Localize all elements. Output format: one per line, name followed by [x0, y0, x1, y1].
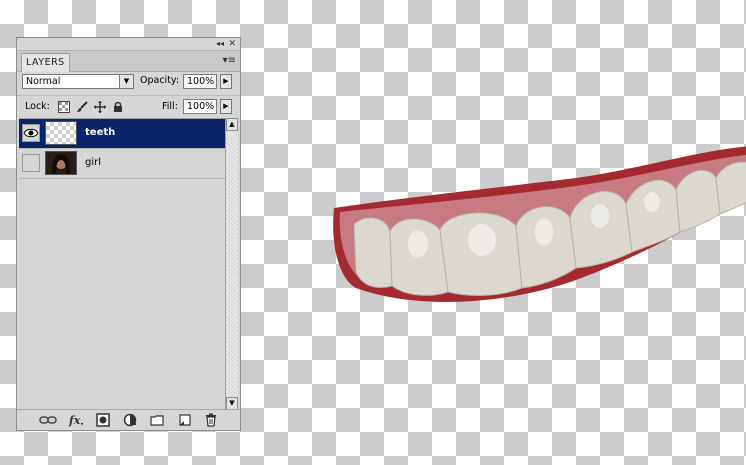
- panel-tabrow: LAYERS ▾≡: [17, 51, 240, 72]
- link-layers-icon[interactable]: [39, 413, 57, 427]
- opacity-input[interactable]: 100%: [183, 74, 217, 89]
- layer-name: teeth: [85, 127, 116, 138]
- layer-mask-icon[interactable]: [96, 413, 110, 427]
- fill-input[interactable]: 100%: [183, 99, 217, 114]
- lock-all-icon[interactable]: [112, 101, 124, 113]
- lock-transparent-icon[interactable]: [58, 101, 70, 113]
- new-group-icon[interactable]: [150, 413, 164, 427]
- fill-label: Fill:: [162, 101, 178, 112]
- fill-slider-button[interactable]: ▶: [220, 99, 232, 114]
- layer-row-teeth[interactable]: teeth: [19, 119, 225, 149]
- layers-panel: ◂◂ ✕ LAYERS ▾≡ Normal ▼ Opacity: 100% ▶ …: [16, 37, 241, 431]
- opacity-slider-button[interactable]: ▶: [220, 74, 232, 89]
- eye-icon: [23, 128, 39, 138]
- layers-list: teeth girl: [19, 118, 225, 411]
- blend-opacity-row: Normal ▼ Opacity: 100% ▶: [17, 71, 240, 93]
- lock-label: Lock:: [25, 101, 50, 112]
- layers-footer-toolbar: fx: [17, 409, 240, 430]
- panel-menu-icon[interactable]: ▾≡: [223, 55, 236, 67]
- teeth-image: [333, 146, 746, 302]
- visibility-toggle[interactable]: [22, 154, 40, 172]
- layer-row-girl[interactable]: girl: [19, 149, 225, 179]
- layer-thumbnail: [45, 151, 77, 175]
- new-layer-icon[interactable]: [178, 413, 192, 427]
- lock-image-icon[interactable]: [76, 101, 88, 113]
- lock-position-icon[interactable]: [94, 101, 106, 113]
- scroll-up-icon[interactable]: ▲: [226, 118, 238, 131]
- layers-scrollbar[interactable]: ▲ ▼: [225, 118, 238, 410]
- tab-layers[interactable]: LAYERS: [21, 53, 70, 72]
- svg-text:fx: fx: [68, 414, 81, 427]
- fx-icon[interactable]: fx: [68, 413, 84, 427]
- trash-icon[interactable]: [204, 413, 218, 427]
- girl-photo-thumbnail: [46, 152, 76, 174]
- blend-mode-select[interactable]: Normal ▼: [22, 74, 134, 89]
- visibility-toggle[interactable]: [22, 124, 40, 142]
- opacity-label: Opacity:: [140, 75, 180, 86]
- blend-mode-value: Normal: [26, 76, 61, 87]
- chevron-down-icon[interactable]: ▼: [119, 75, 133, 88]
- adjustment-layer-icon[interactable]: [123, 413, 137, 427]
- lock-fill-row: Lock: Fill: 100% ▶: [17, 95, 240, 118]
- panel-titlebar: ◂◂ ✕: [17, 38, 240, 51]
- collapse-icon[interactable]: ◂◂: [216, 38, 224, 50]
- layer-name: girl: [85, 157, 102, 168]
- close-icon[interactable]: ✕: [228, 38, 236, 50]
- layer-thumbnail: [45, 121, 77, 145]
